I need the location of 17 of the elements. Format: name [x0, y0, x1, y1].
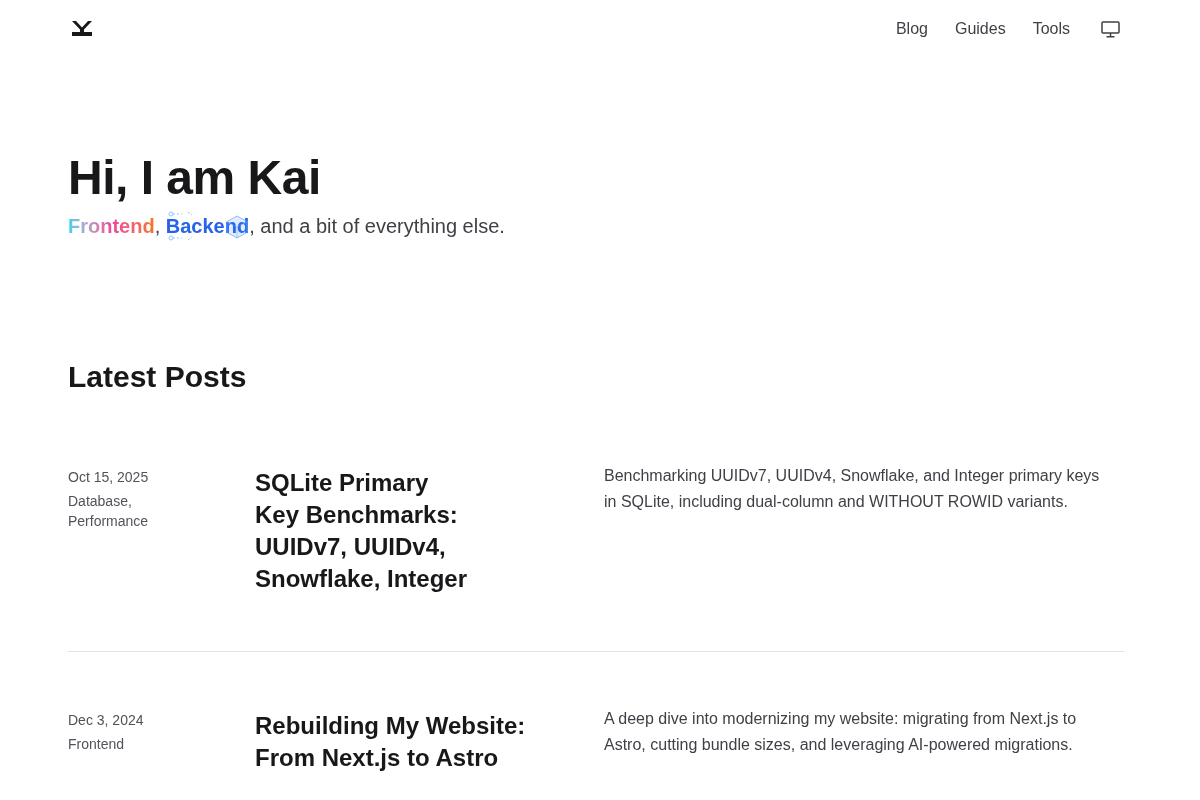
- tagline: Frontend, Backend, and a bit of everything else.: [68, 214, 505, 239]
- post-tags: Frontend: [68, 734, 168, 754]
- post-title-link[interactable]: Rebuilding My Website: From Next.js to Astro: [255, 710, 545, 774]
- post-summary: A deep dive into modernizing my website: migrating from Next.js to Astro, cutting bundle sizes, and leveraging AI-powered migrations.: [604, 709, 1078, 755]
- post-date: Oct 15, 2025: [68, 468, 150, 487]
- theme-toggle-button[interactable]: [1100, 20, 1120, 38]
- logo-icon[interactable]: [72, 21, 92, 37]
- post-summary: Benchmarking UUIDv7, UUIDv4, Snowflake, and Integer primary keys in SQLite, including dual-column and WITHOUT ROWID variants.: [604, 466, 1101, 512]
- hero-title: Hi, I am Kai: [68, 150, 322, 206]
- nav-link[interactable]: Blog: [895, 17, 928, 41]
- post-date: Dec 3, 2024: [68, 711, 145, 730]
- nav-link[interactable]: Tools: [1032, 17, 1070, 41]
- section-heading: Latest Posts: [68, 359, 248, 395]
- post-title-link[interactable]: SQLite Primary Key Benchmarks: UUIDv7, UUIDv4, Snowflake, Integer: [255, 467, 545, 595]
- monitor-icon: [1100, 20, 1120, 38]
- post-tags: Database, Performance: [68, 491, 168, 531]
- nav-link[interactable]: Guides: [954, 17, 1006, 41]
